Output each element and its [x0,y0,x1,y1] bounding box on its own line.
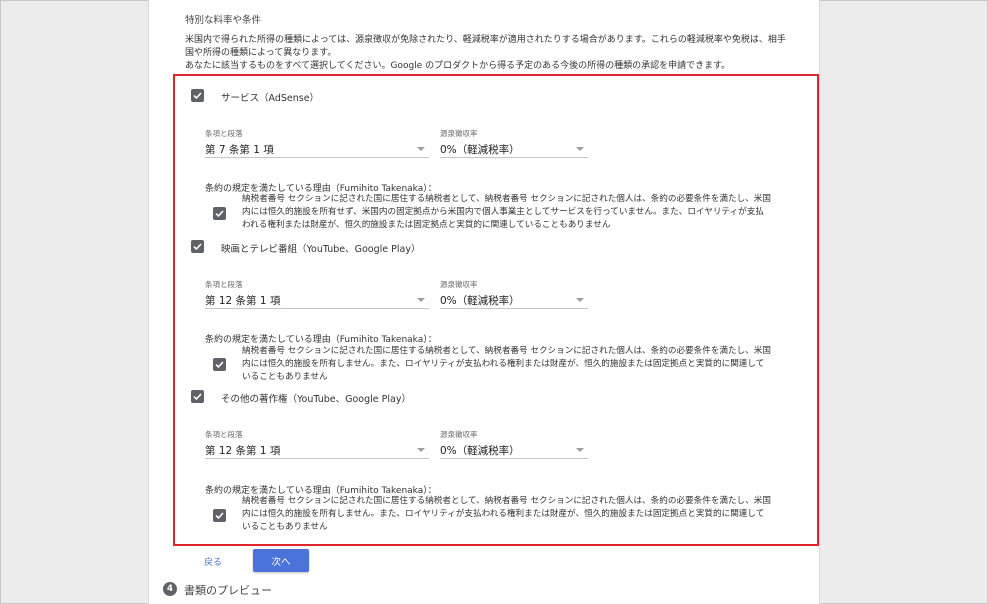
section-description-line-2: 国や所得の種類によって異なります。 [185,48,337,58]
rate-select[interactable]: 0%（軽減税率） [440,291,588,309]
triangle-down-icon [417,298,425,302]
article-select[interactable]: 第 12 条第 1 項 [205,291,429,309]
step-number-badge: 4 [163,582,177,596]
section-description-line-3: あなたに該当するものをすべて選択してください。Google のプロダクトから得る… [185,61,731,71]
reason-line-2: 内には恒久的施設を所有せず、米国内の固定拠点から米国内で個人事業主としてサービス… [242,207,764,217]
reason-line-2: 内には恒久的施設を所有しません。また、ロイヤリティが支払われる権利または財産が、… [242,509,765,519]
reason-line-3: いることもありません [242,372,328,382]
rate-select[interactable]: 0%（軽減税率） [440,140,588,158]
triangle-down-icon [576,298,584,302]
rate-select[interactable]: 0%（軽減税率） [440,441,588,459]
article-select-value: 第 12 条第 1 項 [205,445,281,457]
reason-line-1: 納税者番号 セクションに記された国に居住する納税者として、納税者番号 セクション… [242,496,771,506]
triangle-down-icon [576,448,584,452]
checkmark-icon [215,361,224,369]
rate-select-value: 0%（軽減税率） [440,144,520,156]
article-select[interactable]: 第 7 条第 1 項 [205,140,429,158]
reason-line-2: 内には恒久的施設を所有しません。また、ロイヤリティが支払われる権利または財産が、… [242,359,765,369]
reason-checkbox[interactable] [213,509,226,522]
reason-title: 条約の規定を満たしている理由（Fumihito Takenaka）： [205,335,437,345]
section-description-line-1: 米国内で得られた所得の種類によっては、源泉徴収が免除されたり、軽減税率が適用され… [185,35,786,45]
article-select-value: 第 7 条第 1 項 [205,144,274,156]
triangle-down-icon [417,147,425,151]
reason-line-3: われる権利または財産が、恒久的施設または固定拠点と実質的に関連していることもあり… [242,220,611,230]
checkmark-icon [193,393,202,401]
checkmark-icon [193,92,202,100]
reason-checkbox[interactable] [213,207,226,220]
category-label-film-tv: 映画とテレビ番組（YouTube、Google Play） [221,244,421,255]
category-checkbox-other-copyright[interactable] [191,390,204,403]
rate-label: 源泉徴収率 [440,280,478,289]
category-label-adsense: サービス（AdSense） [221,93,320,104]
next-button[interactable]: 次へ [253,549,309,572]
triangle-down-icon [417,448,425,452]
checkmark-icon [193,243,202,251]
category-label-other-copyright: その他の著作権（YouTube、Google Play） [221,394,411,405]
rate-label: 源泉徴収率 [440,430,478,439]
section-title: 特別な料率や条件 [185,15,262,26]
reason-line-1: 納税者番号 セクションに記された国に居住する納税者として、納税者番号 セクション… [242,346,771,356]
checkmark-icon [215,512,224,520]
reason-checkbox[interactable] [213,358,226,371]
article-label: 条項と段落 [205,129,243,138]
triangle-down-icon [576,147,584,151]
checkmark-icon [215,210,224,218]
article-label: 条項と段落 [205,430,243,439]
article-label: 条項と段落 [205,280,243,289]
reason-line-3: いることもありません [242,522,328,532]
rate-select-value: 0%（軽減税率） [440,295,520,307]
rate-label: 源泉徴収率 [440,129,478,138]
rate-select-value: 0%（軽減税率） [440,445,520,457]
back-link[interactable]: 戻る [204,555,222,568]
step-title[interactable]: 書類のプレビュー [184,582,272,598]
reason-line-1: 納税者番号 セクションに記された国に居住する納税者として、納税者番号 セクション… [242,194,771,204]
category-checkbox-film-tv[interactable] [191,240,204,253]
article-select[interactable]: 第 12 条第 1 項 [205,441,429,459]
category-checkbox-adsense[interactable] [191,89,204,102]
article-select-value: 第 12 条第 1 項 [205,295,281,307]
